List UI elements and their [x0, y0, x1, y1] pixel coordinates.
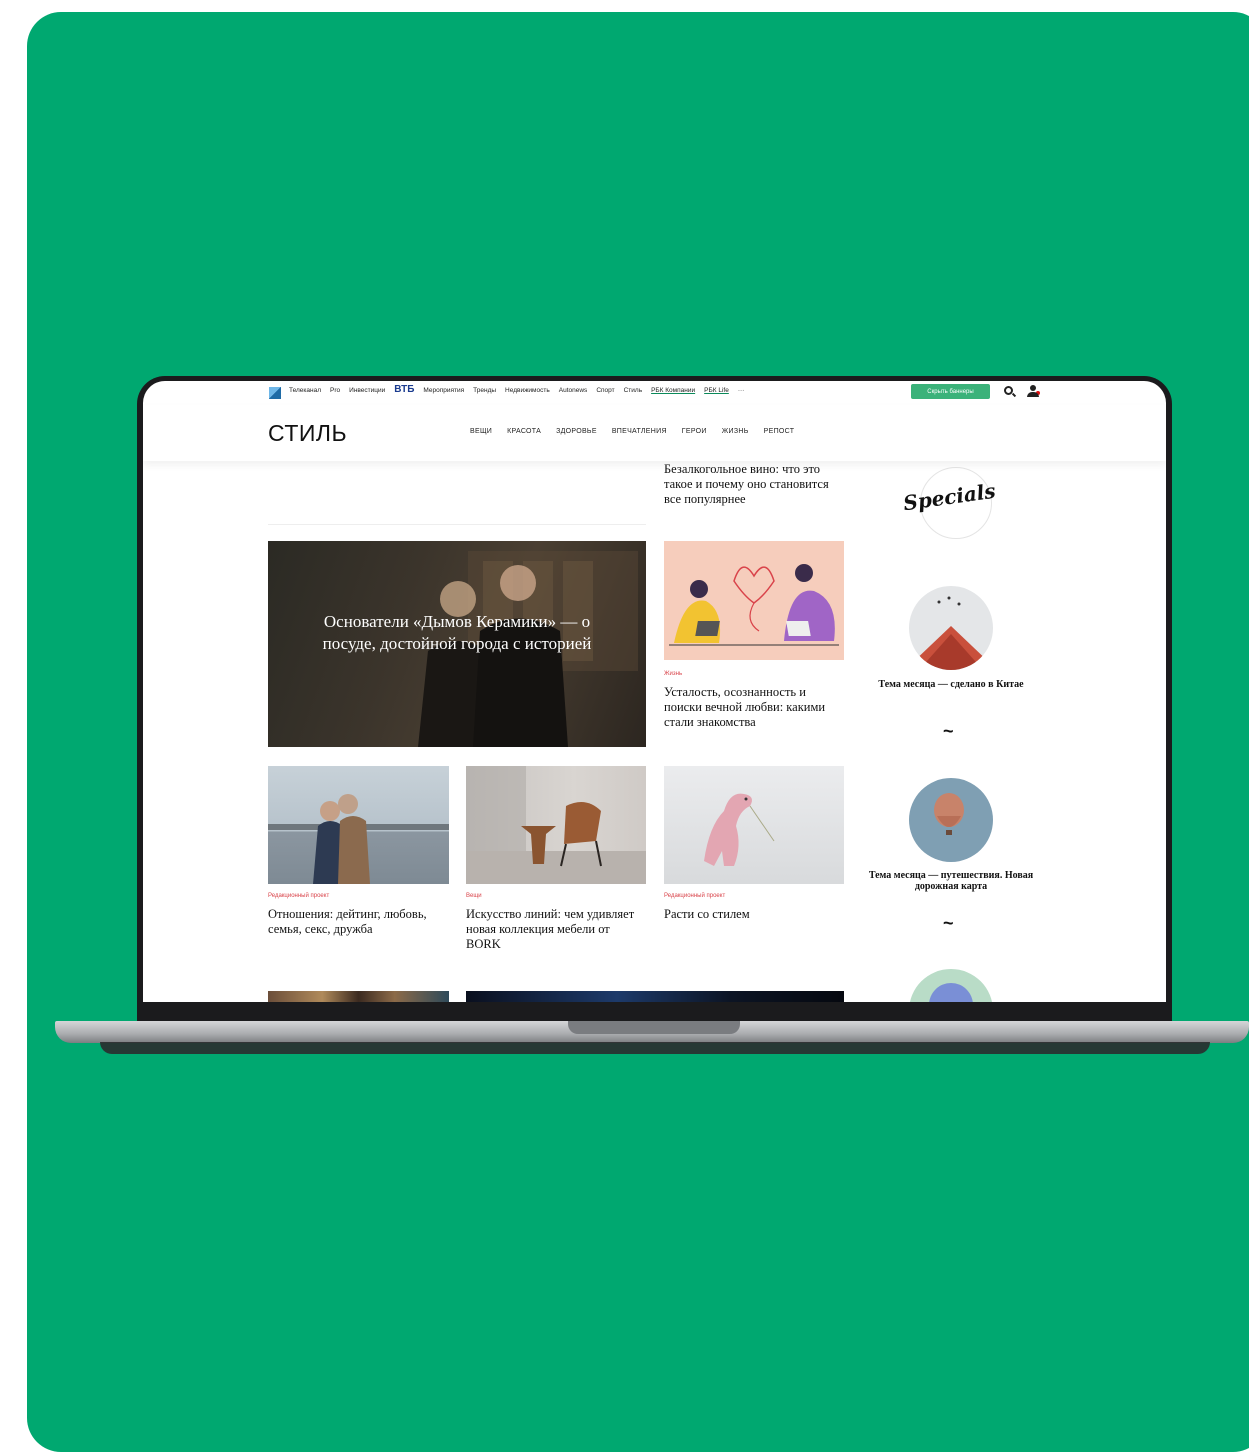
article-category[interactable]: Редакционный проект: [664, 893, 725, 899]
top-nav: Телеканал Pro Инвестиции ВТБ Мероприятия…: [289, 384, 745, 395]
article-category[interactable]: Вещи: [466, 893, 482, 899]
article-title[interactable]: Отношения: дейтинг, любовь, семья, секс,…: [268, 907, 450, 937]
section-tab[interactable]: ВЕЩИ: [470, 428, 492, 435]
top-nav-item[interactable]: Pro: [330, 387, 340, 395]
vtb-logo[interactable]: ВТБ: [394, 384, 414, 395]
top-nav-item[interactable]: Тренды: [473, 387, 496, 395]
laptop-notch: [568, 1021, 740, 1034]
rbc-logo-icon[interactable]: [269, 387, 281, 399]
site-header: СТИЛЬ ВЕЩИ КРАСОТА ЗДОРОВЬЕ ВПЕЧАТЛЕНИЯ …: [143, 405, 1166, 461]
chair-photo-icon: [466, 766, 646, 884]
more-menu-button[interactable]: ···: [738, 387, 745, 395]
article-category[interactable]: Редакционный проект: [268, 893, 329, 899]
illustration-couple-icon: [669, 564, 839, 646]
couple-photo-icon: [268, 794, 449, 884]
top-nav-item[interactable]: Телеканал: [289, 387, 321, 395]
laptop-screen: Телеканал Pro Инвестиции ВТБ Мероприятия…: [143, 381, 1166, 1002]
relations-article-image[interactable]: [268, 766, 449, 884]
article-title[interactable]: Безалкогольное вино: что это такое и поч…: [664, 462, 839, 507]
china-theme-image[interactable]: [909, 586, 993, 670]
main-content: Безалкогольное вино: что это такое и поч…: [143, 461, 1166, 1002]
sidebar-theme-title[interactable]: Тема месяца — сделано в Китае: [851, 679, 1051, 690]
hot-air-balloon-icon: [934, 793, 964, 835]
next-article-image[interactable]: [466, 991, 844, 1002]
top-bar: Телеканал Pro Инвестиции ВТБ Мероприятия…: [143, 381, 1166, 405]
article-title[interactable]: Усталость, осознанность и поиски вечной …: [664, 685, 839, 730]
feature-article-image[interactable]: Основатели «Дымов Керамики» — о посуде, …: [268, 541, 646, 747]
section-tab[interactable]: ЖИЗНЬ: [722, 428, 749, 435]
travel-theme-image[interactable]: [909, 778, 993, 862]
hide-banners-button[interactable]: Скрыть баннеры: [911, 384, 990, 399]
top-nav-item[interactable]: Стиль: [624, 387, 642, 395]
previous-card-bottom: [268, 461, 646, 525]
article-title[interactable]: Искусство линий: чем удивляет новая колл…: [466, 907, 641, 952]
bork-article-image[interactable]: [466, 766, 646, 884]
top-nav-item[interactable]: Мероприятия: [423, 387, 464, 395]
section-tab[interactable]: ВПЕЧАТЛЕНИЯ: [612, 428, 667, 435]
site-brand[interactable]: СТИЛЬ: [268, 420, 347, 447]
top-nav-item[interactable]: Autonews: [559, 387, 588, 395]
search-icon[interactable]: [1004, 386, 1013, 395]
section-nav: ВЕЩИ КРАСОТА ЗДОРОВЬЕ ВПЕЧАТЛЕНИЯ ГЕРОИ …: [470, 428, 794, 435]
sidebar-theme-title[interactable]: Тема месяца — путешествия. Новая дорожна…: [851, 870, 1051, 892]
cloud-icon: [929, 983, 973, 1002]
section-tab[interactable]: ЗДОРОВЬЕ: [556, 428, 597, 435]
laptop-base-shadow: [100, 1042, 1210, 1054]
next-article-image[interactable]: [268, 991, 449, 1002]
article-title[interactable]: Расти со стилем: [664, 907, 839, 922]
sidebar-separator: ~: [943, 721, 954, 741]
top-nav-item[interactable]: Спорт: [596, 387, 614, 395]
top-nav-item[interactable]: Недвижимость: [505, 387, 550, 395]
section-tab[interactable]: РЕПОСТ: [764, 428, 795, 435]
sidebar-separator: ~: [943, 913, 954, 933]
fatigue-article-image[interactable]: [664, 541, 844, 660]
grow-article-image[interactable]: [664, 766, 844, 884]
next-theme-image[interactable]: [909, 969, 993, 1002]
section-tab[interactable]: ГЕРОИ: [682, 428, 707, 435]
section-tab[interactable]: КРАСОТА: [507, 428, 541, 435]
user-icon[interactable]: [1027, 385, 1040, 397]
feature-article-title[interactable]: Основатели «Дымов Керамики» — о посуде, …: [312, 611, 602, 655]
top-nav-item[interactable]: Инвестиции: [349, 387, 385, 395]
pagoda-roof-icon: [909, 596, 993, 670]
article-category[interactable]: Жизнь: [664, 671, 682, 677]
top-nav-item[interactable]: РБК Life: [704, 387, 729, 395]
top-nav-item[interactable]: РБК Компании: [651, 387, 695, 395]
toy-dinosaur-icon: [704, 793, 775, 866]
